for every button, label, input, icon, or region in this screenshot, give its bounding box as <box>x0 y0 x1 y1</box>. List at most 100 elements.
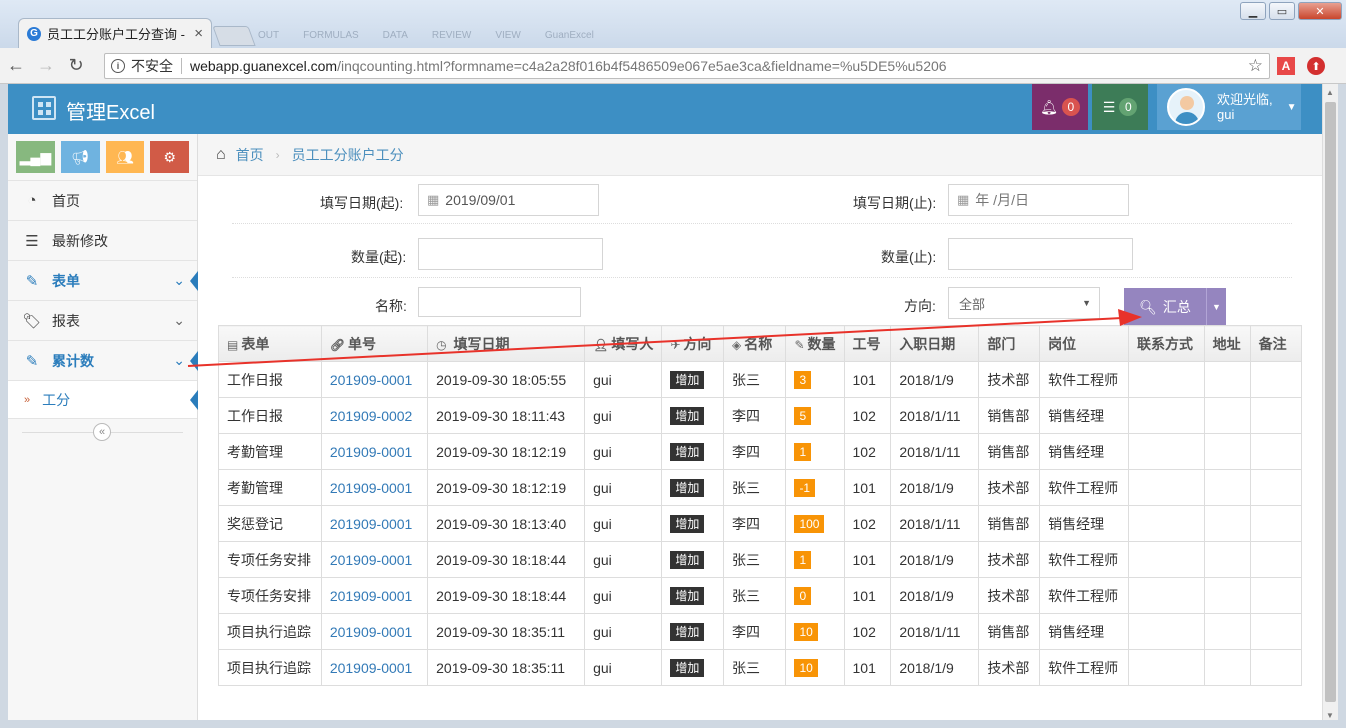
column-header-employee-id[interactable]: 工号 <box>843 325 892 362</box>
column-header-direction[interactable]: ✈ 方向 <box>661 325 724 362</box>
cell-contact <box>1127 613 1205 650</box>
table-row[interactable]: 项目执行追踪 201909-0001 2019-09-30 18:35:11 gui 增… <box>218 649 1303 686</box>
tasks-badge: 0 <box>1119 98 1138 116</box>
column-header-hire-date[interactable]: 入职日期 <box>890 325 980 362</box>
search-icon: 🔍︎ <box>1139 298 1157 315</box>
web-page: 管理Excel 🔔︎ 0 ☰ 0 欢迎光临, gui ▼ ▂▄▆ 📢︎ 👥︎ ⚙… <box>8 84 1322 724</box>
users-icon[interactable]: 👥︎ <box>105 141 145 173</box>
qty-end-field[interactable] <box>948 238 1133 270</box>
close-window-button[interactable]: ✕ <box>1298 2 1342 20</box>
column-header-quantity[interactable]: ✎ 数量 <box>785 325 845 362</box>
server-icon: ☰ <box>1102 98 1116 115</box>
user-menu[interactable]: 欢迎光临, gui ▼ <box>1157 84 1301 130</box>
bullhorn-icon[interactable]: 📢︎ <box>60 141 100 173</box>
date-start-label: 填写日期(起): <box>320 195 404 211</box>
cell-date: 2019-09-30 18:12:19 <box>427 469 586 506</box>
cell-department: 销售部 <box>978 397 1041 434</box>
cell-quantity: 10 <box>785 613 845 650</box>
info-icon[interactable]: i <box>111 59 125 73</box>
column-header-number[interactable]: 🔗︎ 单号 <box>320 325 429 362</box>
column-header-contact[interactable]: 联系方式 <box>1127 325 1205 362</box>
cell-number[interactable]: 201909-0001 <box>320 505 429 542</box>
tasks-button[interactable]: ☰ 0 <box>1092 84 1148 130</box>
summarize-button[interactable]: 🔍︎ 汇总 <box>1124 288 1206 326</box>
direction-select[interactable]: 全部 ▼ <box>948 287 1100 319</box>
forward-arrow-icon[interactable]: → <box>32 55 60 76</box>
table-row[interactable]: 工作日报 201909-0002 2019-09-30 18:11:43 gui 增加李… <box>218 397 1303 434</box>
cell-number[interactable]: 201909-0001 <box>320 577 429 614</box>
sidebar-item-recent[interactable]: ☰ 最新修改 <box>8 220 197 260</box>
minimize-button[interactable]: ▁ <box>1240 2 1266 20</box>
column-header-position[interactable]: 岗位 <box>1039 325 1129 362</box>
browser-tabstrip: G 员工工分账户工分查询 - × OUT FORMULAS DATA REVIE… <box>0 0 1346 48</box>
sidebar: ▂▄▆ 📢︎ 👥︎ ⚙ ◔ 首页 ☰ 最新修改 ✎ 表单 ⌄ 🏷︎ 报表 ⌄ ✎… <box>8 134 198 724</box>
scroll-down-icon[interactable]: ▼ <box>1326 711 1334 720</box>
maximize-button[interactable]: ▭ <box>1269 2 1295 20</box>
cell-form: 项目执行追踪 <box>218 649 322 686</box>
breadcrumb-home[interactable]: 首页 <box>236 145 264 165</box>
page-scrollbar[interactable]: ▲ ▼ <box>1322 84 1338 724</box>
breadcrumb-current[interactable]: 员工工分账户工分 <box>292 145 404 165</box>
cell-form: 工作日报 <box>218 397 322 434</box>
cell-name: 李四 <box>722 433 787 470</box>
signal-icon[interactable]: ▂▄▆ <box>16 141 55 173</box>
table-row[interactable]: 奖惩登记 201909-0001 2019-09-30 18:13:40 gui 增加李… <box>218 505 1303 542</box>
column-header-filler[interactable]: 👤︎ 填写人 <box>584 325 663 362</box>
address-bar[interactable]: i 不安全 webapp.guanexcel.com/inqcounting.h… <box>104 53 1270 79</box>
summarize-dropdown-button[interactable]: ▼ <box>1206 288 1226 326</box>
scroll-up-icon[interactable]: ▲ <box>1326 88 1334 97</box>
tab-close-icon[interactable]: × <box>194 25 203 42</box>
date-end-label: 填写日期(止): <box>853 195 937 211</box>
table-row[interactable]: 专项任务安排 201909-0001 2019-09-30 18:18:44 gui 增… <box>218 541 1303 578</box>
sidebar-item-home[interactable]: ◔ 首页 <box>8 180 197 220</box>
table-row[interactable]: 专项任务安排 201909-0001 2019-09-30 18:18:44 gui 增… <box>218 577 1303 614</box>
pdf-extension-icon[interactable]: A <box>1277 57 1295 75</box>
cell-number[interactable]: 201909-0001 <box>320 649 429 686</box>
scroll-thumb[interactable] <box>1325 102 1336 702</box>
column-header-name[interactable]: ◈ 名称 <box>722 325 787 362</box>
cell-address <box>1203 649 1251 686</box>
ghost-tab: FORMULAS <box>303 30 359 41</box>
cell-department: 技术部 <box>978 577 1041 614</box>
collapse-sidebar-icon[interactable]: « <box>93 423 111 441</box>
column-header-address[interactable]: 地址 <box>1203 325 1251 362</box>
cell-number[interactable]: 201909-0001 <box>320 541 429 578</box>
cell-number[interactable]: 201909-0001 <box>320 361 429 398</box>
back-arrow-icon[interactable]: ← <box>2 55 30 76</box>
cogs-icon[interactable]: ⚙ <box>150 141 189 173</box>
browser-tab-active[interactable]: G 员工工分账户工分查询 - × <box>18 18 212 48</box>
table-row[interactable]: 考勤管理 201909-0001 2019-09-30 18:12:19 gui 增加张… <box>218 469 1303 506</box>
reload-icon[interactable]: ↻ <box>62 55 90 76</box>
date-end-field[interactable]: ▦ 年 /月/日 <box>948 184 1129 216</box>
notifications-badge: 0 <box>1061 98 1080 116</box>
extension-icon[interactable]: ⬆ <box>1307 57 1325 75</box>
notifications-button[interactable]: 🔔︎ 0 <box>1032 84 1088 130</box>
date-start-value: 2019/09/01 <box>445 192 516 208</box>
cell-date: 2019-09-30 18:18:44 <box>427 541 586 578</box>
sidebar-item-forms[interactable]: ✎ 表单 ⌄ <box>8 260 198 300</box>
sidebar-item-reports[interactable]: 🏷︎ 报表 ⌄ <box>8 300 197 340</box>
name-field[interactable] <box>418 287 581 317</box>
column-header-remark[interactable]: 备注 <box>1249 325 1303 362</box>
qty-start-field[interactable] <box>418 238 603 270</box>
cell-number[interactable]: 201909-0001 <box>320 433 429 470</box>
quantity-tag: 0 <box>794 586 812 605</box>
column-header-form[interactable]: ▤ 表单 <box>218 325 322 362</box>
brand-title[interactable]: 管理Excel <box>66 96 155 125</box>
bookmark-star-icon[interactable]: ☆ <box>1248 56 1263 76</box>
column-header-date[interactable]: ◷ 填写日期 <box>427 325 586 362</box>
cell-number[interactable]: 201909-0001 <box>320 613 429 650</box>
sidebar-subitem-workpoints[interactable]: » 工分 <box>8 380 198 418</box>
table-row[interactable]: 工作日报 201909-0001 2019-09-30 18:05:55 gui 增加张… <box>218 361 1303 398</box>
security-label[interactable]: 不安全 <box>131 56 173 76</box>
table-row[interactable]: 项目执行追踪 201909-0001 2019-09-30 18:35:11 gui 增… <box>218 613 1303 650</box>
cell-number[interactable]: 201909-0001 <box>320 469 429 506</box>
column-header-department[interactable]: 部门 <box>978 325 1041 362</box>
sidebar-item-cumulative[interactable]: ✎ 累计数 ⌄ <box>8 340 198 380</box>
cell-number[interactable]: 201909-0002 <box>320 397 429 434</box>
table-row[interactable]: 考勤管理 201909-0001 2019-09-30 18:12:19 gui 增加李… <box>218 433 1303 470</box>
quantity-tag: 100 <box>794 514 825 533</box>
cell-contact <box>1127 577 1205 614</box>
date-start-field[interactable]: ▦ 2019/09/01 <box>418 184 599 216</box>
new-tab-button[interactable] <box>212 26 256 46</box>
